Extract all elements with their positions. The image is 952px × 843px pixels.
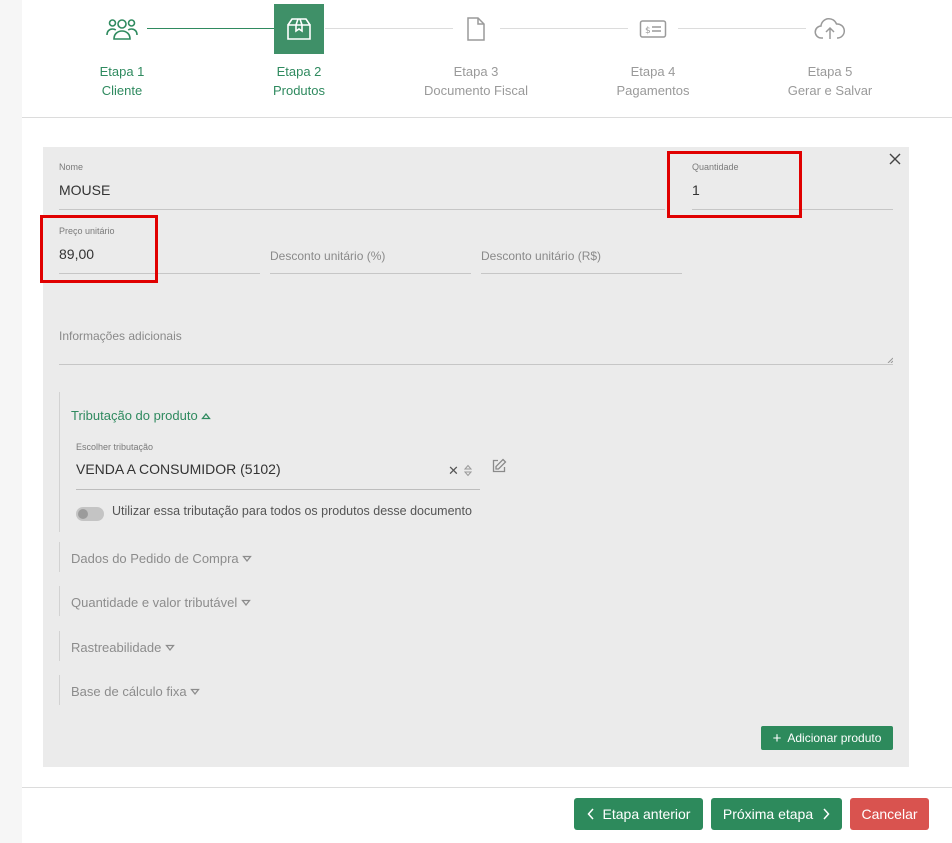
step-2-subtitle: Produtos [272,83,326,98]
taxable-quantity-toggle[interactable]: Quantidade e valor tributável [71,595,251,610]
discount-percent-field[interactable]: Desconto unitário (%) [270,211,471,274]
chevron-up-icon [201,412,212,420]
users-icon [97,4,147,54]
add-product-button[interactable]: + Adicionar produto [761,726,893,750]
name-field[interactable]: Nome MOUSE [59,147,665,210]
wizard-card: Etapa 1 Cliente Etapa 2 Produtos Etapa 3… [22,0,952,843]
chevron-down-icon [190,688,201,696]
taxable-quantity-section: Quantidade e valor tributável [59,586,859,616]
apply-all-toggle[interactable] [76,507,104,521]
step-4-subtitle: Pagamentos [616,83,690,98]
taxation-section-title: Tributação do produto [71,408,198,423]
clear-icon[interactable]: ✕ [448,463,459,479]
cancel-button[interactable]: Cancelar [850,798,929,830]
highlight-unit-price [40,215,158,283]
additional-info-textarea[interactable]: Informações adicionais [59,275,893,365]
sort-arrows-icon[interactable] [464,464,472,477]
cloud-upload-icon [805,4,855,54]
cancel-label: Cancelar [861,806,918,822]
taxation-section: Tributação do produto Escolher tributaçã… [59,392,859,532]
taxation-select[interactable]: Escolher tributação VENDA A CONSUMIDOR (… [76,432,480,490]
next-step-label: Próxima etapa [722,806,814,822]
step-3-subtitle: Documento Fiscal [423,83,529,98]
chevron-down-icon [241,599,251,607]
footer: Etapa anterior Próxima etapa Cancelar [22,787,952,843]
plus-icon: + [772,729,782,747]
purchase-order-section: Dados do Pedido de Compra [59,542,859,572]
step-5-subtitle: Gerar e Salvar [787,83,873,98]
taxable-quantity-title: Quantidade e valor tributável [71,595,238,610]
step-2[interactable]: Etapa 2 Produtos [219,4,379,100]
bill-icon: $ [628,4,678,54]
product-panel: Nome MOUSE Quantidade 1 Preço unitário 8… [43,147,909,767]
edit-icon[interactable] [491,458,507,474]
purchase-order-toggle[interactable]: Dados do Pedido de Compra [71,551,253,566]
highlight-quantity [667,151,802,218]
step-4-title: Etapa 4 [630,64,676,79]
previous-step-label: Etapa anterior [602,806,691,822]
discount-percent-placeholder: Desconto unitário (%) [270,249,386,263]
step-3-title: Etapa 3 [453,64,499,79]
previous-step-button[interactable]: Etapa anterior [574,798,703,830]
apply-all-label: Utilizar essa tributação para todos os p… [112,504,472,518]
svg-text:$: $ [645,26,651,36]
traceability-toggle[interactable]: Rastreabilidade [71,640,175,655]
chevron-down-icon [165,644,175,652]
box-icon [274,4,324,54]
fixed-base-toggle[interactable]: Base de cálculo fixa [71,684,201,699]
fixed-base-title: Base de cálculo fixa [71,684,187,699]
discount-value-placeholder: Desconto unitário (R$) [481,249,602,263]
step-2-title: Etapa 2 [276,64,322,79]
step-5-title: Etapa 5 [807,64,853,79]
taxation-section-toggle[interactable]: Tributação do produto [71,408,212,423]
resize-handle-icon[interactable] [887,357,893,363]
add-product-label: Adicionar produto [787,731,882,745]
chevron-right-icon [823,808,830,820]
name-value: MOUSE [59,182,111,198]
purchase-order-title: Dados do Pedido de Compra [71,551,239,566]
discount-value-field[interactable]: Desconto unitário (R$) [481,211,682,274]
chevron-down-icon [242,555,253,563]
additional-info-placeholder: Informações adicionais [59,329,182,343]
step-5[interactable]: Etapa 5 Gerar e Salvar [750,4,910,100]
document-icon [451,4,501,54]
step-3[interactable]: Etapa 3 Documento Fiscal [396,4,556,100]
traceability-section: Rastreabilidade [59,631,859,661]
step-1[interactable]: Etapa 1 Cliente [42,4,202,100]
step-1-title: Etapa 1 [99,64,145,79]
stepper: Etapa 1 Cliente Etapa 2 Produtos Etapa 3… [22,0,952,118]
traceability-title: Rastreabilidade [71,640,162,655]
taxation-select-label: Escolher tributação [76,442,154,452]
step-1-subtitle: Cliente [101,83,143,98]
next-step-button[interactable]: Próxima etapa [711,798,842,830]
name-label: Nome [59,162,84,172]
fixed-base-section: Base de cálculo fixa [59,675,859,705]
step-4[interactable]: $ Etapa 4 Pagamentos [573,4,733,100]
chevron-left-icon [587,808,594,820]
taxation-select-value: VENDA A CONSUMIDOR (5102) [76,461,281,477]
